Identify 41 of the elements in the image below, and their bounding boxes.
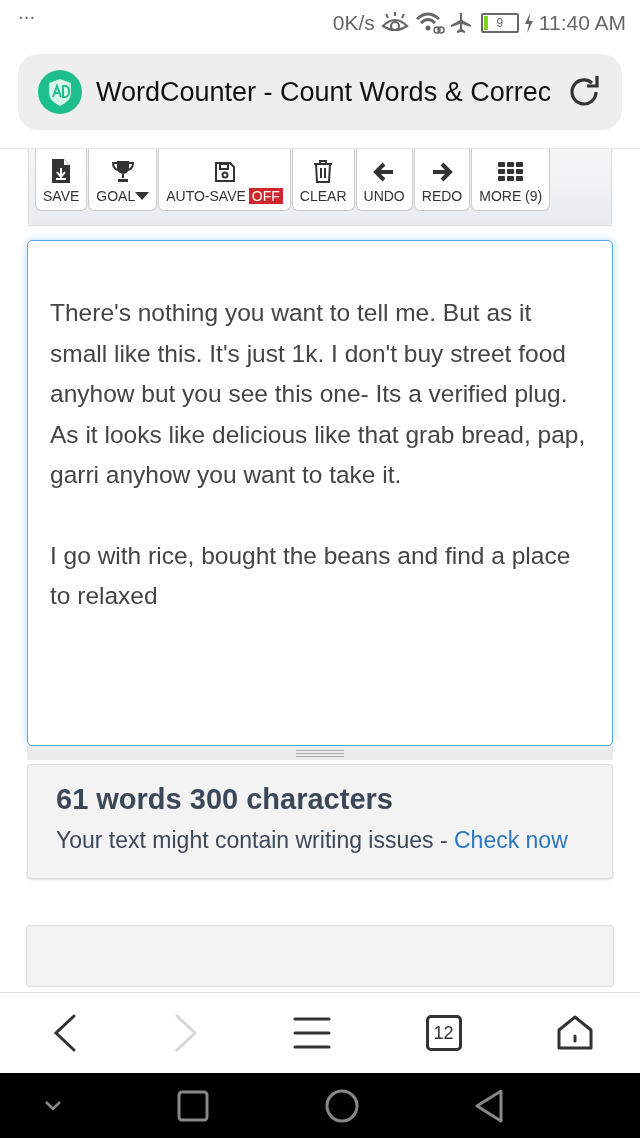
word-count: 61 words 300 characters xyxy=(56,783,394,816)
toolbar-button[interactable]: SAVE xyxy=(35,149,88,211)
eye-icon xyxy=(379,11,410,34)
grid-icon xyxy=(496,161,525,183)
wifi-icon xyxy=(414,10,445,35)
toolbar-button[interactable]: REDO xyxy=(413,149,471,211)
network-speed: 0K/s xyxy=(332,10,375,35)
status-badge: OFF xyxy=(248,188,283,204)
resize-handle[interactable] xyxy=(27,746,613,760)
charging-icon xyxy=(523,12,534,33)
left-arrow-icon xyxy=(373,161,396,183)
square-icon[interactable] xyxy=(177,1089,210,1122)
file-download-icon xyxy=(51,159,72,183)
check-now-link[interactable]: Check now xyxy=(454,827,568,853)
paragraph: There's nothing you want to tell me. But as it small like this. It's just 1k. I don't buy street food anyhow but you see this one- Its a verified plug. As it looks like delicious like that grab bread, pap, garri anyhow you want to take it. xyxy=(50,298,587,490)
battery-icon: 9 xyxy=(480,12,519,33)
toolbar-button[interactable]: MORE (9) xyxy=(471,149,551,211)
trophy-icon xyxy=(110,159,135,183)
page-title: WordCounter - Count Words & Correc xyxy=(96,76,550,108)
paragraph: I go with rice, bought the beans and find a place to relaxed xyxy=(50,540,572,611)
tab-count-button[interactable]: 12 xyxy=(425,1015,462,1051)
notification-dots: ... xyxy=(18,8,36,18)
back-icon[interactable] xyxy=(52,1013,78,1053)
address-bar[interactable]: WordCounter - Count Words & Correc xyxy=(18,54,622,130)
toolbar-button[interactable]: GOAL xyxy=(88,149,158,211)
circle-icon[interactable] xyxy=(324,1088,359,1123)
toolbar-button[interactable]: CLEAR xyxy=(291,149,355,211)
ad-shield-icon xyxy=(38,70,82,114)
toolbar-button[interactable]: AUTO-SAVE OFF xyxy=(158,149,291,211)
chevron-down-icon[interactable] xyxy=(44,1099,62,1112)
toolbar-button[interactable]: UNDO xyxy=(355,149,413,211)
trash-icon xyxy=(313,159,334,183)
home-icon[interactable] xyxy=(556,1014,594,1052)
menu-icon[interactable] xyxy=(293,1016,331,1050)
writing-issues-message: Your text might contain writing issues - Check now xyxy=(56,826,569,855)
clock: 11:40 AM xyxy=(538,10,626,35)
caret-icon xyxy=(135,192,150,200)
right-arrow-icon xyxy=(431,161,453,183)
triangle-back-icon[interactable] xyxy=(474,1088,504,1123)
text-area[interactable] xyxy=(27,240,613,746)
airplane-icon xyxy=(449,11,472,34)
